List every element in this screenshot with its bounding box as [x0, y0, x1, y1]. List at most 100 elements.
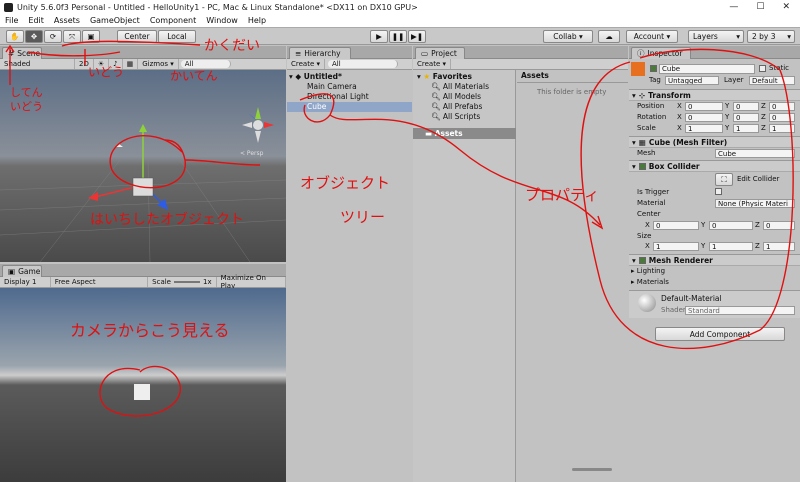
size-y-field[interactable]: 1 [709, 242, 753, 251]
physic-material-field[interactable]: None (Physic Materi [715, 199, 795, 208]
static-checkbox[interactable] [759, 65, 766, 72]
2d-toggle[interactable]: 2D [75, 59, 94, 69]
icon-size-slider[interactable] [572, 468, 612, 471]
pivot-local-button[interactable]: Local [158, 30, 196, 43]
menu-component[interactable]: Component [145, 16, 201, 25]
box-collider-enabled-checkbox[interactable] [638, 162, 646, 170]
menu-help[interactable]: Help [243, 16, 271, 25]
maximize-on-play-toggle[interactable]: Maximize On Play [217, 274, 286, 290]
scale-tool-icon[interactable]: ⤧ [63, 30, 81, 43]
menu-assets[interactable]: Assets [49, 16, 85, 25]
layer-dropdown[interactable]: Default [749, 76, 795, 85]
tab-inspector[interactable]: ⓘ Inspector [631, 47, 691, 59]
lighting-foldout[interactable]: ▸ Lighting [631, 267, 665, 275]
display-dropdown[interactable]: Display 1 [0, 277, 51, 287]
fav-all-materials[interactable]: 🔍︎ All Materials [431, 82, 489, 91]
center-x-field[interactable]: 0 [653, 221, 699, 230]
tag-dropdown[interactable]: Untagged [665, 76, 719, 85]
cloud-icon[interactable]: ☁ [598, 30, 620, 43]
object-name-input[interactable]: Cube [659, 64, 755, 74]
fav-all-prefabs[interactable]: 🔍︎ All Prefabs [431, 102, 482, 111]
menu-edit[interactable]: Edit [23, 16, 49, 25]
hierarchy-item-directional-light[interactable]: Directional Light [307, 92, 369, 102]
edit-collider-icon[interactable]: ⛶ [715, 173, 733, 186]
mesh-renderer-enabled-checkbox[interactable] [638, 256, 646, 264]
is-trigger-checkbox[interactable] [715, 188, 722, 195]
pause-button[interactable]: ❚❚ [389, 30, 407, 43]
size-x-field[interactable]: 1 [653, 242, 699, 251]
scene-viewport[interactable]: < Persp [0, 70, 286, 262]
collab-button[interactable]: Collab ▾ [543, 30, 593, 43]
tab-game[interactable]: ▣ Game [2, 265, 42, 277]
rotation-x-field[interactable]: 0 [685, 113, 723, 122]
center-z-field[interactable]: 0 [763, 221, 795, 230]
shader-dropdown[interactable]: Standard [685, 306, 795, 315]
close-icon[interactable]: ✕ [782, 2, 790, 12]
transform-header[interactable]: ▾ ⊹ Transform [629, 89, 800, 101]
rotation-z-field[interactable]: 0 [769, 113, 795, 122]
center-y-field[interactable]: 0 [709, 221, 753, 230]
shading-mode-dropdown[interactable]: Shaded [0, 59, 75, 69]
hierarchy-search-input[interactable]: All [328, 60, 398, 68]
hierarchy-item-main-camera[interactable]: Main Camera [307, 82, 357, 92]
star-icon: ★ [423, 72, 431, 81]
maximize-icon[interactable]: ☐ [756, 2, 764, 12]
rotate-tool-icon[interactable]: ⟳ [44, 30, 62, 43]
rect-tool-icon[interactable]: ▣ [82, 30, 100, 43]
position-x-label: X [677, 102, 682, 110]
position-y-field[interactable]: 0 [733, 102, 759, 111]
hierarchy-item-cube[interactable]: Cube [287, 102, 412, 112]
aspect-dropdown[interactable]: Free Aspect [51, 277, 149, 287]
assets-breadcrumb[interactable]: Assets [521, 71, 549, 80]
tab-project[interactable]: ▭ Project [415, 47, 465, 59]
menu-window[interactable]: Window [201, 16, 243, 25]
position-x-field[interactable]: 0 [685, 102, 723, 111]
size-z-field[interactable]: 1 [763, 242, 795, 251]
box-collider-header[interactable]: ▾ Box Collider [629, 160, 800, 172]
lighting-toggle-icon[interactable]: ☀ [94, 59, 110, 69]
mesh-filter-header[interactable]: ▾ ▦ Cube (Mesh Filter) [629, 136, 800, 148]
account-dropdown[interactable]: Account ▾ [626, 30, 678, 43]
rotation-y-field[interactable]: 0 [733, 113, 759, 122]
layers-dropdown[interactable]: Layers ▾ [688, 30, 744, 43]
audio-toggle-icon[interactable]: ♪ [109, 59, 123, 69]
scale-slider[interactable]: Scale 1x [148, 277, 217, 287]
play-button[interactable]: ▶ [370, 30, 388, 43]
gizmos-dropdown[interactable]: Gizmos ▾ [138, 59, 179, 69]
tab-scene[interactable]: # Scene [2, 47, 42, 59]
scene-search-input[interactable]: All [180, 60, 231, 68]
fav-all-scripts[interactable]: 🔍︎ All Scripts [431, 112, 480, 121]
hierarchy-toolbar: Create ▾ All [287, 59, 412, 70]
menu-file[interactable]: File [0, 16, 23, 25]
hand-tool-icon[interactable]: ✋ [6, 30, 24, 43]
scale-y-field[interactable]: 1 [733, 124, 759, 133]
add-component-button[interactable]: Add Component [655, 327, 785, 341]
scene-root-item[interactable]: ▾ ◆ Untitled* [289, 72, 342, 81]
mesh-field[interactable]: Cube [715, 149, 795, 158]
active-checkbox[interactable] [650, 65, 657, 72]
cube-object[interactable] [132, 177, 154, 197]
step-button[interactable]: ▶❚ [408, 30, 426, 43]
materials-foldout[interactable]: ▸ Materials [631, 278, 669, 286]
scale-x-field[interactable]: 1 [685, 124, 723, 133]
scale-z-field[interactable]: 1 [769, 124, 795, 133]
hierarchy-panel: ≡ Hierarchy Create ▾ All ▾ ◆ Untitled* Ma… [287, 46, 412, 482]
minimize-icon[interactable]: — [729, 2, 738, 12]
tab-hierarchy[interactable]: ≡ Hierarchy [289, 47, 351, 59]
search-icon: 🔍︎ [431, 92, 441, 101]
position-z-field[interactable]: 0 [769, 102, 795, 111]
assets-folder-item[interactable]: ▬ Assets [413, 128, 516, 139]
project-toolbar: Create ▾ [413, 59, 628, 70]
game-panel: ▣ Game Display 1 Free Aspect Scale 1x Maxi… [0, 264, 286, 482]
effects-toggle-icon[interactable]: ▦ [123, 59, 139, 69]
hierarchy-create-button[interactable]: Create ▾ [287, 59, 325, 69]
layout-dropdown[interactable]: 2 by 3 ▾ [747, 30, 795, 43]
mesh-renderer-header[interactable]: ▾ Mesh Renderer [629, 254, 800, 266]
fav-all-models[interactable]: 🔍︎ All Models [431, 92, 481, 101]
project-create-button[interactable]: Create ▾ [413, 59, 451, 69]
menu-bar: File Edit Assets GameObject Component Wi… [0, 14, 800, 28]
move-tool-icon[interactable]: ✥ [25, 30, 43, 43]
menu-gameobject[interactable]: GameObject [85, 16, 145, 25]
favorites-item[interactable]: ▾ ★ Favorites [417, 72, 472, 81]
pivot-center-button[interactable]: Center [117, 30, 157, 43]
